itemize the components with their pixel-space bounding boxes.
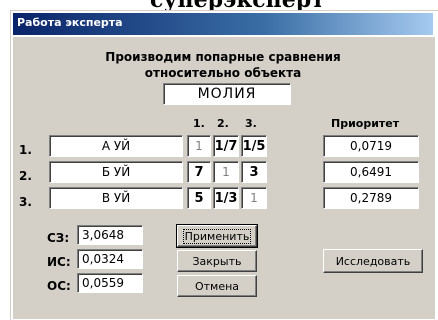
close-button[interactable]: Закрыть: [177, 250, 257, 272]
stat-os-label: ОС:: [47, 279, 71, 293]
title-bar[interactable]: Работа эксперта: [13, 13, 433, 35]
stat-is-field[interactable]: 0,0324: [77, 249, 143, 269]
row-3-priority-field[interactable]: 0,2789: [323, 187, 419, 209]
cancel-button[interactable]: Отмена: [177, 275, 257, 297]
heading-line-1: Производим попарные сравнения: [105, 50, 341, 64]
stat-os-field[interactable]: 0,0559: [77, 273, 143, 293]
row-2-name-field[interactable]: Б УЙ: [49, 161, 183, 183]
row-2-cell-3[interactable]: 3: [241, 161, 267, 183]
stat-is-label: ИС:: [47, 255, 71, 269]
stat-sz-label: СЗ:: [47, 231, 70, 245]
row-2-cell-1[interactable]: 7: [187, 161, 211, 183]
window-client-area: Производим попарные сравнения относитель…: [13, 37, 435, 319]
background-text-strip: суперэксперт: [0, 0, 438, 10]
row-3-cell-3[interactable]: 1: [241, 187, 267, 209]
column-header-2: 2.: [217, 117, 229, 130]
row-1-cell-2[interactable]: 1/7: [213, 135, 239, 157]
row-2-number: 2.: [19, 169, 32, 183]
stat-sz-field[interactable]: 3,0648: [77, 225, 143, 245]
column-header-1: 1.: [193, 117, 205, 130]
heading-line-2: относительно объекта: [144, 66, 302, 80]
close-button-label: Закрыть: [192, 254, 242, 268]
window-title: Работа эксперта: [17, 16, 123, 29]
row-1-cell-1[interactable]: 1: [187, 135, 211, 157]
apply-button-label: Применить: [182, 228, 252, 244]
row-1-cell-3[interactable]: 1/5: [241, 135, 267, 157]
expert-work-window: Работа эксперта Производим попарные срав…: [10, 10, 438, 320]
investigate-button[interactable]: Исследовать: [323, 249, 423, 273]
column-header-priority: Приоритет: [331, 117, 400, 130]
background-text: суперэксперт: [150, 0, 325, 10]
row-3-cell-1[interactable]: 5: [187, 187, 211, 209]
row-2-priority-field[interactable]: 0,6491: [323, 161, 419, 183]
row-1-name-field[interactable]: А УЙ: [49, 135, 183, 157]
row-1-priority-field[interactable]: 0,0719: [323, 135, 419, 157]
row-3-cell-2[interactable]: 1/3: [213, 187, 239, 209]
column-header-3: 3.: [245, 117, 257, 130]
cancel-button-label: Отмена: [194, 279, 240, 293]
object-name-field[interactable]: МОЛИЯ: [163, 83, 291, 105]
apply-button[interactable]: Применить: [176, 224, 258, 248]
row-1-number: 1.: [19, 143, 32, 157]
comparison-heading: Производим попарные сравнения относитель…: [73, 49, 373, 81]
investigate-button-label: Исследовать: [335, 254, 411, 268]
row-3-name-field[interactable]: В УЙ: [49, 187, 183, 209]
row-3-number: 3.: [19, 195, 32, 209]
row-2-cell-2[interactable]: 1: [213, 161, 239, 183]
